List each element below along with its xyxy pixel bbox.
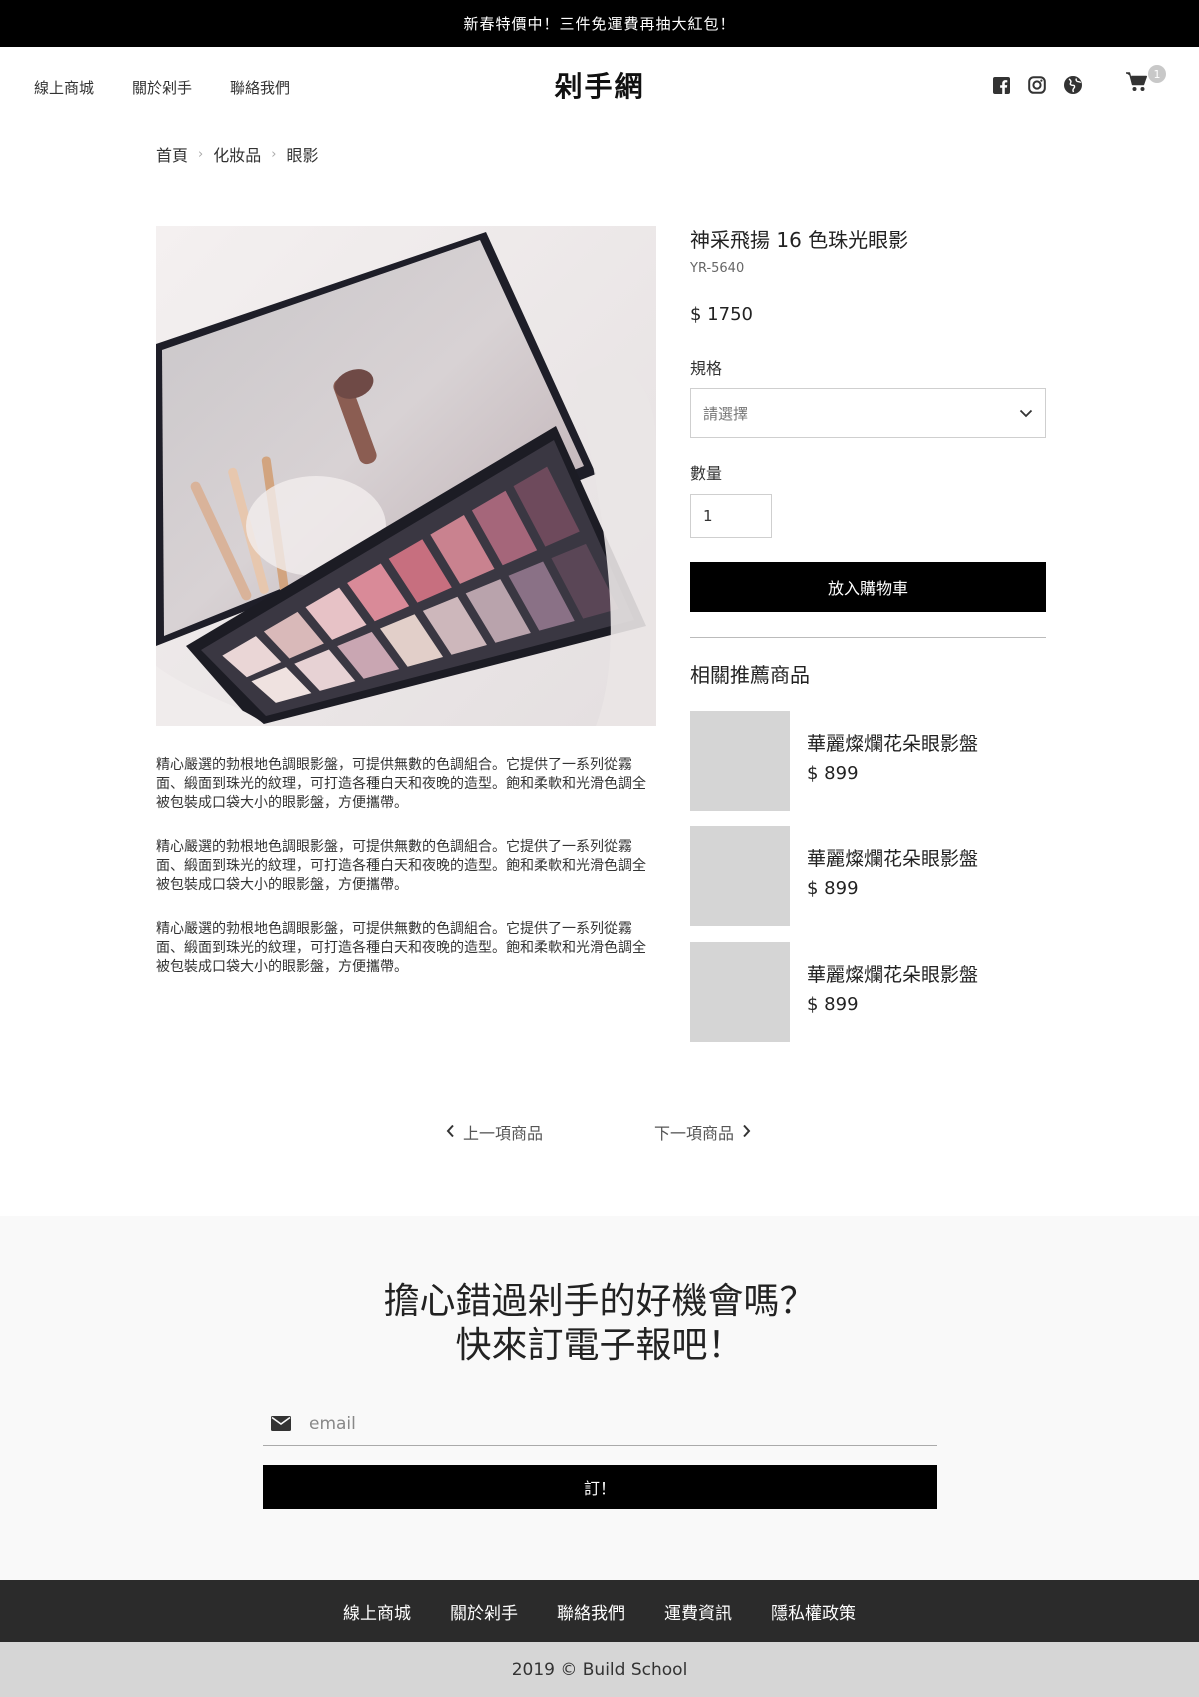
breadcrumb-cosmetics[interactable]: 化妝品 [213,142,261,166]
related-item[interactable]: 華麗燦爛花朵眼影盤 $ 899 [690,942,1046,1042]
instagram-icon[interactable] [1027,75,1047,95]
product-price: $ 1750 [690,304,753,325]
nav-item-contact[interactable]: 聯絡我們 [230,77,290,98]
prev-product-label: 上一項商品 [463,1124,544,1143]
footer-link-privacy[interactable]: 隱私權政策 [771,1599,856,1624]
add-to-cart-button[interactable]: 放入購物車 [690,562,1046,612]
copyright-text: 2019 © Build School [511,1659,688,1680]
globe-icon[interactable] [1063,75,1083,95]
related-title: 相關推薦商品 [690,663,810,687]
newsletter-title-line1: 擔心錯過剁手的好機會嗎？ [383,1281,816,1322]
related-item-price: $ 899 [807,763,859,784]
product-description-3: 精心嚴選的勃根地色調眼影盤，可提供無數的色調組合。它提供了一系列從霧面、緞面到珠… [156,921,646,975]
next-product-link[interactable]: 下一項商品 [654,1120,751,1144]
product-code: YR-5640 [690,261,745,276]
related-item[interactable]: 華麗燦爛花朵眼影盤 $ 899 [690,711,1046,811]
subscribe-button[interactable]: 訂！ [263,1465,937,1509]
related-item-thumbnail[interactable] [690,826,790,926]
product-description-2: 精心嚴選的勃根地色調眼影盤，可提供無數的色調組合。它提供了一系列從霧面、緞面到珠… [156,839,646,893]
divider [690,637,1046,638]
email-input[interactable] [309,1413,937,1434]
breadcrumb-eyeshadow: 眼影 [286,146,319,165]
main-nav: 線上商城 關於剁手 聯絡我們 [34,77,290,98]
related-item-price: $ 899 [807,878,859,899]
footer-link-shop[interactable]: 線上商城 [343,1599,411,1624]
facebook-icon[interactable] [991,75,1011,95]
related-item-name[interactable]: 華麗燦爛花朵眼影盤 [807,729,978,756]
breadcrumb: 首頁 › 化妝品 › 眼影 [156,142,318,166]
related-item-thumbnail[interactable] [690,942,790,1042]
breadcrumb-separator-icon: › [271,146,277,162]
promo-text: 新春特價中！三件免運費再抽大紅包！ [463,15,736,33]
quantity-input[interactable] [690,494,772,538]
footer-link-about[interactable]: 關於剁手 [450,1599,518,1624]
site-header: 線上商城 關於剁手 聯絡我們 剁手網 1 [0,47,1199,127]
prev-product-link[interactable]: 上一項商品 [446,1120,543,1144]
spec-label: 規格 [690,359,723,378]
cart-icon[interactable] [1124,69,1150,95]
envelope-icon [271,1413,293,1435]
related-item-name[interactable]: 華麗燦爛花朵眼影盤 [807,844,978,871]
spec-select-value: 請選擇 [703,404,749,423]
next-product-label: 下一項商品 [654,1124,735,1143]
related-item-name[interactable]: 華麗燦爛花朵眼影盤 [807,960,978,987]
related-item-price: $ 899 [807,994,859,1015]
related-item[interactable]: 華麗燦爛花朵眼影盤 $ 899 [690,826,1046,926]
newsletter-title-line2: 快來訂電子報吧！ [455,1325,744,1366]
copyright-bar: 2019 © Build School [0,1642,1199,1697]
spec-select[interactable]: 請選擇 [690,388,1046,438]
logo-text[interactable]: 剁手網 [554,70,644,103]
newsletter-title: 擔心錯過剁手的好機會嗎？ 快來訂電子報吧！ [0,1280,1199,1368]
footer-nav: 線上商城 關於剁手 聯絡我們 運費資訊 隱私權政策 [0,1580,1199,1642]
related-item-thumbnail[interactable] [690,711,790,811]
breadcrumb-separator-icon: › [198,146,204,162]
newsletter-section: 擔心錯過剁手的好機會嗎？ 快來訂電子報吧！ 訂！ [0,1216,1199,1580]
cart-count-badge: 1 [1148,65,1166,83]
footer-link-shipping[interactable]: 運費資訊 [664,1599,732,1624]
chevron-left-icon [446,1123,455,1142]
product-title: 神采飛揚 16 色珠光眼影 [690,228,909,252]
nav-item-shop[interactable]: 線上商城 [34,77,94,98]
product-info: 神采飛揚 16 色珠光眼影 YR-5640 $ 1750 [690,224,1046,325]
footer-link-contact[interactable]: 聯絡我們 [557,1599,625,1624]
chevron-right-icon [742,1123,751,1142]
product-image [156,226,656,726]
newsletter-email-field[interactable] [263,1402,937,1446]
product-description-1: 精心嚴選的勃根地色調眼影盤，可提供無數的色調組合。它提供了一系列從霧面、緞面到珠… [156,757,646,811]
nav-item-about[interactable]: 關於剁手 [132,77,192,98]
promo-bar: 新春特價中！三件免運費再抽大紅包！ [0,0,1199,47]
breadcrumb-home[interactable]: 首頁 [156,142,188,166]
chevron-down-icon [1019,404,1033,422]
social-icons [991,75,1083,95]
qty-label: 數量 [690,464,723,483]
